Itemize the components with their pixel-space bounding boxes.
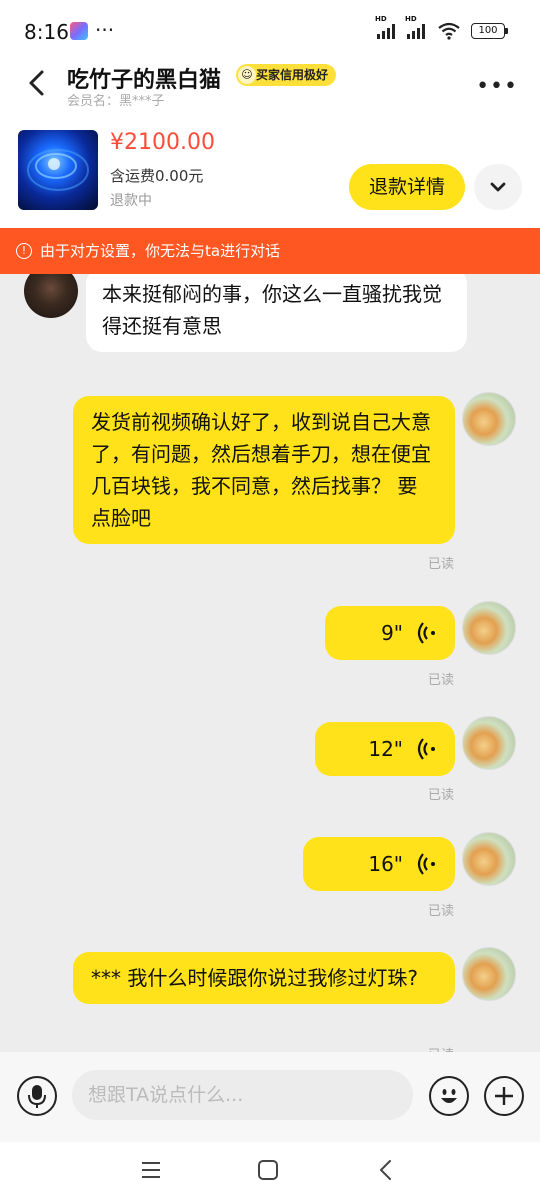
app-notification-icon [70,22,88,40]
my-avatar[interactable] [462,947,516,1001]
voice-message[interactable]: 9" [325,606,455,660]
voice-wave-icon [417,622,435,644]
warning-text: 由于对方设置，你无法与ta进行对话 [40,242,281,260]
refund-status: 退款中 [110,193,152,209]
smile-badge-icon: ☺ [238,66,256,84]
expand-button[interactable] [474,164,522,210]
message-bubble[interactable]: 发货前视频确认好了，收到说自己大意了，有问题，然后想着手刀，想在便宜几百块钱，我… [73,396,455,544]
chevron-left-icon[interactable] [24,68,50,98]
read-status: 已读 [428,557,455,572]
voice-wave-icon [417,853,435,875]
back-icon[interactable] [374,1158,398,1182]
microphone-icon [28,1085,46,1108]
wifi-icon [438,22,460,40]
message-bubble[interactable]: 本来挺郁闷的事，你这么一直骚扰我觉得还挺有意思 [86,274,467,352]
smile-icon [441,1089,457,1103]
my-avatar[interactable] [462,392,516,446]
product-card[interactable]: ¥2100.00 含运费0.00元 退款中 [0,108,540,228]
read-status: 已读 [428,1044,454,1052]
signal-1-icon: HD [375,15,395,39]
contact-avatar[interactable] [24,274,78,318]
voice-wave-icon [417,738,435,760]
more-horizontal-icon[interactable]: ••• [476,74,518,99]
voice-message[interactable]: 16" [303,837,455,891]
voice-input-button[interactable] [17,1076,57,1116]
warning-banner: ! 由于对方设置，你无法与ta进行对话 [0,228,540,274]
status-icons: HD HD 100 [375,15,508,40]
clock: 8:16 [24,20,69,44]
product-thumbnail[interactable] [18,130,98,210]
credit-badge[interactable]: ☺ 买家信用极好 [236,64,337,86]
more-notifications-icon: ··· [95,18,115,42]
emoji-button[interactable] [429,1076,469,1116]
battery-icon: 100 [471,23,508,39]
alert-circle-icon: ! [16,243,32,259]
input-bar [0,1052,540,1142]
refund-details-button[interactable]: 退款详情 [349,164,465,210]
more-actions-button[interactable] [484,1076,524,1116]
shipping-fee: 含运费0.00元 [110,167,204,185]
my-avatar[interactable] [462,716,516,770]
signal-2-icon: HD [405,15,425,39]
plus-icon [495,1087,513,1105]
credit-badge-label: 买家信用极好 [256,68,329,82]
message-input[interactable] [72,1070,413,1120]
chat-header: 吃竹子的黑白猫 ☺ 买家信用极好 会员名：黑***子 ••• [0,62,540,109]
chevron-down-icon [490,182,506,192]
voice-duration: 12" [368,737,403,761]
read-status: 已读 [428,904,455,919]
voice-message[interactable]: 12" [315,722,455,776]
message-bubble[interactable]: *** 我什么时候跟你说过我修过灯珠? [73,952,455,1004]
system-nav-bar [0,1142,540,1200]
voice-duration: 9" [381,621,403,645]
chat-messages[interactable]: 本来挺郁闷的事，你这么一直骚扰我觉得还挺有意思 发货前视频确认好了，收到说自己大… [0,274,540,1052]
voice-duration: 16" [368,852,403,876]
read-status: 已读 [428,788,455,803]
my-avatar[interactable] [462,832,516,886]
product-price: ¥2100.00 [110,130,215,155]
menu-icon[interactable] [139,1158,163,1182]
battery-level: 100 [471,23,505,39]
my-avatar[interactable] [462,601,516,655]
home-icon[interactable] [256,1158,280,1182]
status-bar: 8:16 ··· HD HD 100 [0,0,540,62]
member-name: 会员名：黑***子 [67,94,165,109]
read-status: 已读 [428,673,455,688]
